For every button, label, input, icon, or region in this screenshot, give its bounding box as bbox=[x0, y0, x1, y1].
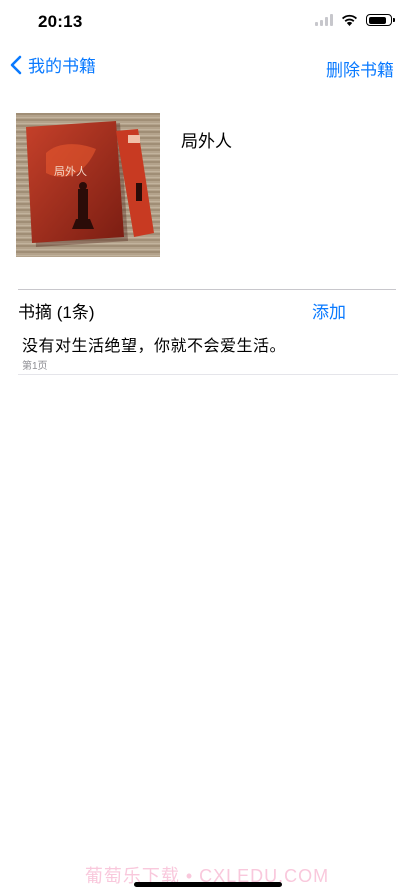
back-button[interactable]: 我的书籍 bbox=[10, 52, 96, 77]
chevron-left-icon bbox=[10, 55, 22, 74]
book-header: 局外人 局外人 bbox=[16, 113, 398, 257]
cellular-signal-icon bbox=[315, 14, 333, 26]
section-divider bbox=[18, 289, 396, 290]
battery-fill bbox=[368, 16, 386, 24]
status-time: 20:13 bbox=[38, 12, 83, 31]
excerpt-list-item[interactable]: 没有对生活绝望，你就不会爱生活。 第1页 bbox=[18, 330, 398, 375]
add-excerpt-button[interactable]: 添加 bbox=[312, 298, 346, 323]
wifi-icon bbox=[342, 14, 357, 26]
book-title: 局外人 bbox=[181, 132, 232, 151]
back-label: 我的书籍 bbox=[28, 57, 96, 76]
home-indicator bbox=[134, 882, 282, 887]
excerpt-text: 没有对生活绝望，你就不会爱生活。 bbox=[22, 338, 287, 355]
excerpt-page: 第1页 bbox=[22, 361, 48, 372]
nav-bar: 我的书籍 删除书籍 bbox=[0, 52, 414, 84]
cover-title: 局外人 bbox=[54, 165, 87, 178]
excerpts-header: 书摘 (1条) 添加 bbox=[18, 298, 396, 322]
battery-icon bbox=[366, 14, 395, 26]
status-icons bbox=[315, 14, 395, 26]
delete-book-button[interactable]: 删除书籍 bbox=[326, 56, 394, 81]
excerpts-title: 书摘 (1条) bbox=[18, 303, 95, 322]
book-cover[interactable]: 局外人 bbox=[16, 113, 160, 257]
cover-illustration: 局外人 bbox=[16, 113, 160, 257]
status-bar: 20:13 bbox=[0, 0, 414, 44]
